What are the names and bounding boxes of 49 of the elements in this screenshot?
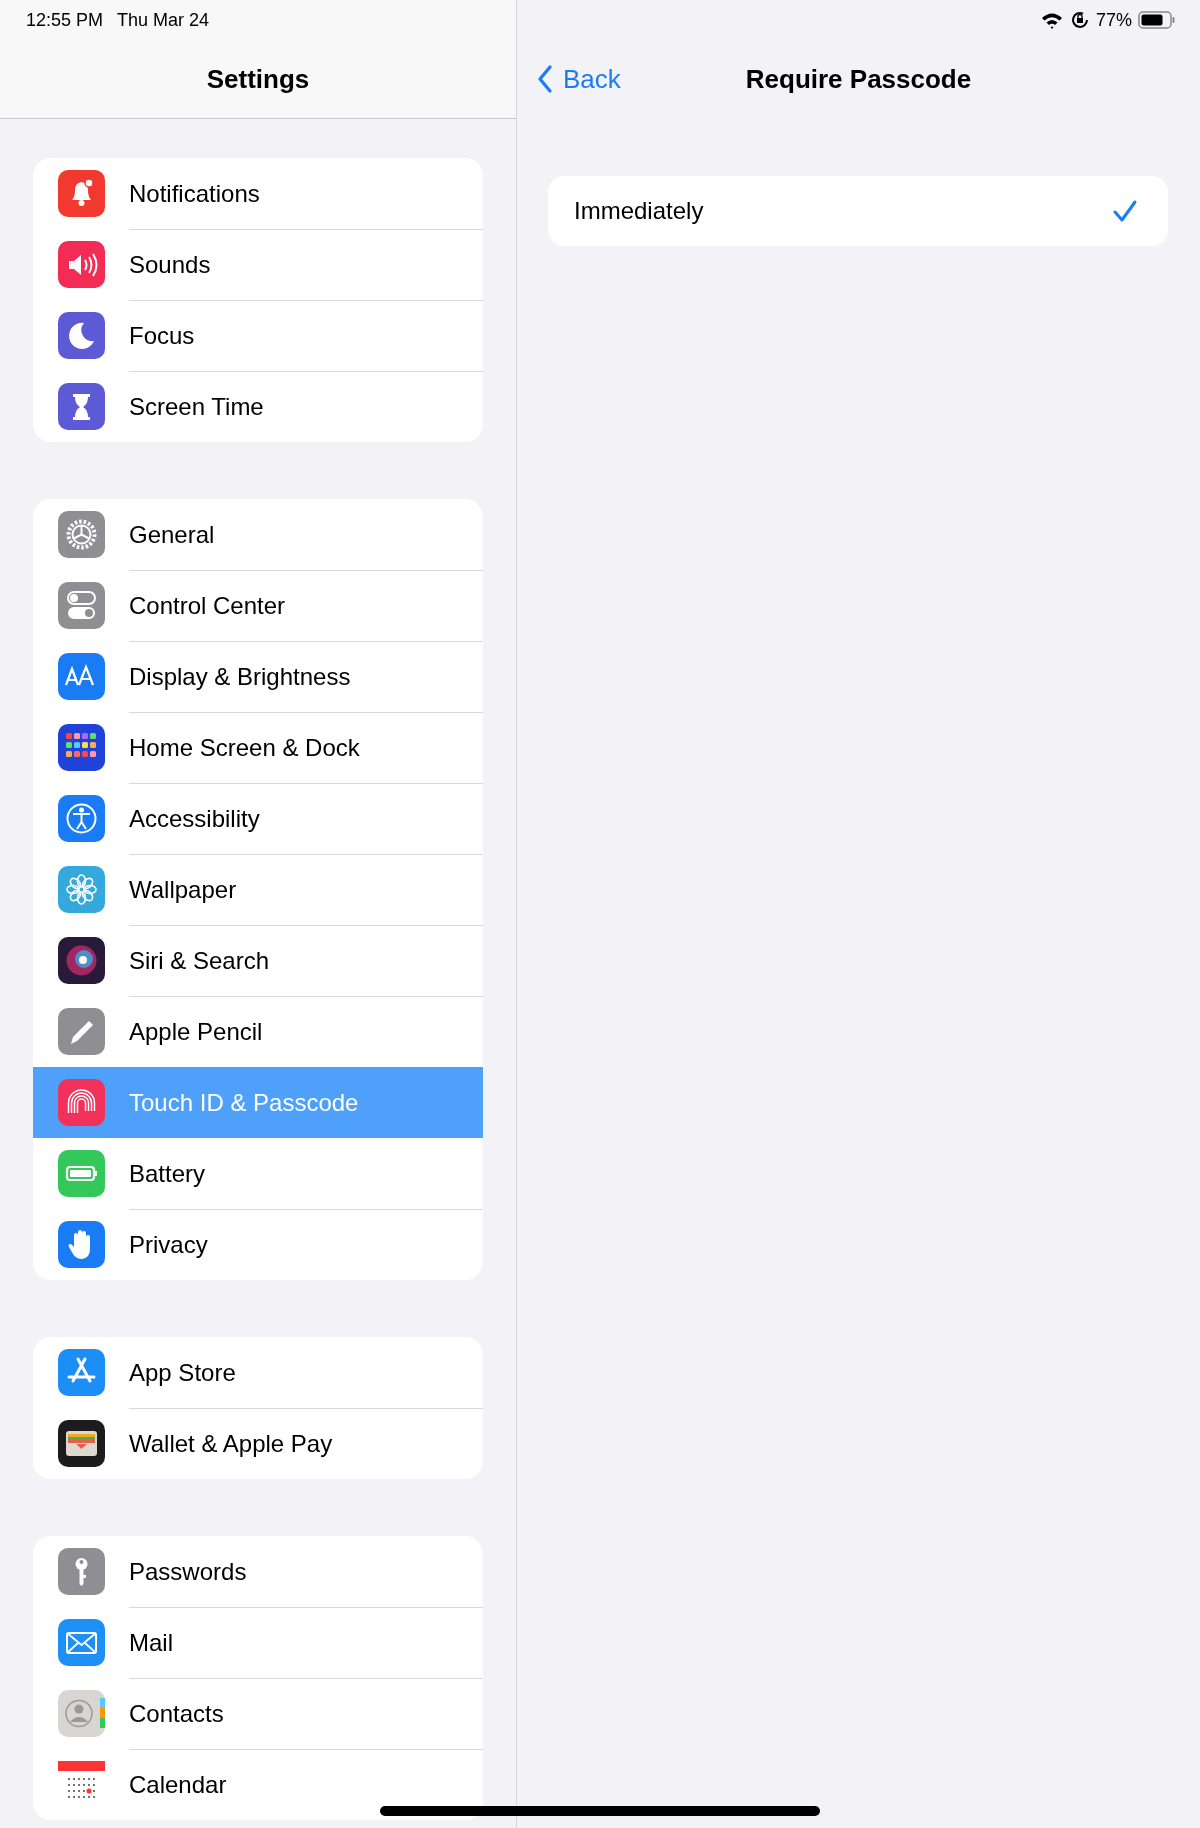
flower-icon <box>58 866 105 913</box>
settings-item[interactable]: Display & Brightness <box>33 641 483 712</box>
settings-item[interactable]: Mail <box>33 1607 483 1678</box>
key-icon <box>58 1548 105 1595</box>
rotation-lock-icon <box>1069 10 1090 30</box>
app-grid-icon <box>58 724 105 771</box>
page-title: Require Passcode <box>745 63 972 95</box>
person-icon <box>58 1690 105 1737</box>
fingerprint-icon <box>58 1079 105 1126</box>
settings-item[interactable]: Siri & Search <box>33 925 483 996</box>
settings-item[interactable]: App Store <box>33 1337 483 1408</box>
settings-item[interactable]: Battery <box>33 1138 483 1209</box>
bell-icon <box>58 170 105 217</box>
battery-icon <box>1138 10 1176 30</box>
checkmark-icon <box>1112 199 1138 223</box>
wallet-icon <box>58 1420 105 1467</box>
settings-item[interactable]: Focus <box>33 300 483 371</box>
status-time: 12:55 PM <box>26 9 104 31</box>
toggles-icon <box>58 582 105 629</box>
chevron-left-icon <box>537 65 553 93</box>
settings-item[interactable]: Wallpaper <box>33 854 483 925</box>
moon-icon <box>58 312 105 359</box>
settings-item[interactable]: General <box>33 499 483 570</box>
speaker-icon <box>58 241 105 288</box>
glowing-orb-icon <box>58 937 105 984</box>
status-date: Thu Mar 24 <box>117 9 210 31</box>
settings-item[interactable]: Contacts <box>33 1678 483 1749</box>
settings-item[interactable]: Passwords <box>33 1536 483 1607</box>
settings-item[interactable]: Sounds <box>33 229 483 300</box>
pencil-icon <box>58 1008 105 1055</box>
sidebar-title: Settings <box>206 63 310 95</box>
hand-icon <box>58 1221 105 1268</box>
settings-item[interactable]: Wallet & Apple Pay <box>33 1408 483 1479</box>
settings-item[interactable]: Home Screen & Dock <box>33 712 483 783</box>
back-button[interactable]: Back <box>537 63 621 95</box>
battery-icon <box>58 1150 105 1197</box>
settings-item[interactable]: Privacy <box>33 1209 483 1280</box>
app-store-icon <box>58 1349 105 1396</box>
option-row[interactable]: Immediately <box>548 176 1168 246</box>
settings-item[interactable]: Accessibility <box>33 783 483 854</box>
hourglass-icon <box>58 383 105 430</box>
settings-item[interactable]: Notifications <box>33 158 483 229</box>
text-size-icon <box>58 653 105 700</box>
settings-item[interactable]: Screen Time <box>33 371 483 442</box>
settings-item[interactable]: Control Center <box>33 570 483 641</box>
accessibility-icon <box>58 795 105 842</box>
envelope-icon <box>58 1619 105 1666</box>
gear-icon <box>58 511 105 558</box>
battery-percentage: 77% <box>1095 9 1132 31</box>
